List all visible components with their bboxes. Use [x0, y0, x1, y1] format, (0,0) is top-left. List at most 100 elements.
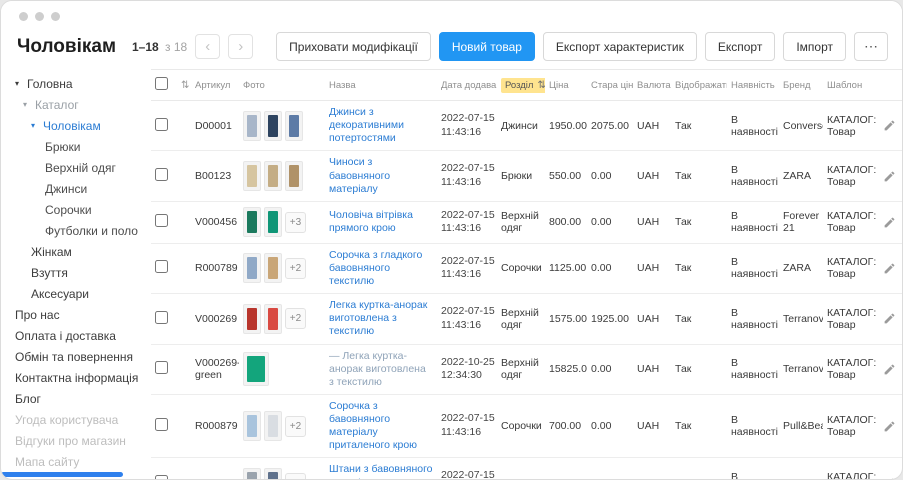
sidebar-item[interactable]: Взуття	[1, 262, 151, 283]
product-link[interactable]: Сорочка з бавовняного матеріалу притален…	[329, 400, 433, 453]
template-cell: КАТАЛОГ: Товар	[823, 458, 879, 480]
currency-cell: UAH	[633, 294, 671, 344]
section-cell: Брюки	[497, 458, 545, 480]
edit-icon[interactable]	[883, 216, 896, 229]
sidebar-item[interactable]: ▾Головна	[1, 73, 151, 94]
edit-icon[interactable]	[883, 262, 896, 275]
prev-page-button[interactable]: ‹	[195, 34, 220, 59]
chevron-left-icon: ‹	[205, 38, 210, 55]
sidebar-item[interactable]: Брюки	[1, 136, 151, 157]
sidebar-item[interactable]: Обмін та повернення	[1, 346, 151, 367]
new-product-button[interactable]: Новий товар	[439, 32, 535, 61]
row-checkbox[interactable]	[155, 361, 168, 374]
col-brand[interactable]: Бренд	[779, 70, 823, 101]
sidebar-item-label: Жінкам	[31, 245, 72, 259]
sku-cell: B00123	[191, 151, 239, 201]
row-checkbox[interactable]	[155, 418, 168, 431]
sidebar-item-label: Чоловікам	[43, 119, 101, 133]
col-date[interactable]: Дата додавання	[437, 70, 497, 101]
row-checkbox[interactable]	[155, 214, 168, 227]
export-button[interactable]: Експорт	[705, 32, 775, 61]
more-actions-button[interactable]: ⋯	[854, 32, 888, 61]
date-cell: 2022-07-15 11:43:16	[437, 101, 497, 151]
row-checkbox[interactable]	[155, 311, 168, 324]
row-checkbox[interactable]	[155, 260, 168, 273]
select-all-checkbox[interactable]	[155, 77, 168, 90]
sidebar-item[interactable]: Мапа сайту	[1, 451, 151, 472]
hide-modifications-button[interactable]: Приховати модифікації	[276, 32, 431, 61]
table-row: B000321 +2 Штани з бавовняного матеріалу…	[151, 458, 902, 480]
col-price[interactable]: Ціна	[545, 70, 587, 101]
products-table-container: ⇅ Артикул Фото Назва Дата додавання Розд…	[151, 69, 902, 480]
sidebar-item[interactable]: Блог	[1, 388, 151, 409]
app-window: Чоловікам 1–18 з 18 ‹ › Приховати модифі…	[0, 0, 903, 480]
product-link[interactable]: Чоловіча вітрівка прямого крою	[329, 209, 433, 235]
product-link[interactable]: — Легка куртка-анорак виготовлена з текс…	[329, 350, 433, 389]
edit-icon[interactable]	[883, 170, 896, 183]
col-section[interactable]: Розділ ⇅	[497, 70, 545, 101]
product-link[interactable]: Штани з бавовняного матеріалу прямого кр…	[329, 463, 433, 480]
window-control-dot[interactable]	[19, 12, 28, 21]
table-header: ⇅ Артикул Фото Назва Дата додавання Розд…	[151, 70, 902, 101]
sidebar-item[interactable]: Оплата і доставка	[1, 325, 151, 346]
sidebar-item[interactable]: Відгуки про магазин	[1, 430, 151, 451]
edit-icon[interactable]	[883, 312, 896, 325]
edit-icon[interactable]	[883, 477, 896, 480]
more-photos-badge: +2	[285, 416, 306, 437]
display-cell: Так	[671, 394, 727, 458]
table-row: B00123 Чиноси з бавовняного матеріалу 20…	[151, 151, 902, 201]
actions-cell	[879, 243, 902, 293]
col-old-price[interactable]: Стара ціна	[587, 70, 633, 101]
price-cell: 700.00	[545, 394, 587, 458]
sku-cell: D00001	[191, 101, 239, 151]
sidebar-item[interactable]: Контактна інформація	[1, 367, 151, 388]
product-link[interactable]: Сорочка з гладкого бавовняного текстилю	[329, 249, 433, 288]
row-checkbox[interactable]	[155, 475, 168, 480]
horizontal-scrollbar[interactable]	[1, 472, 123, 477]
col-sku[interactable]: Артикул	[191, 70, 239, 101]
window-control-dot[interactable]	[51, 12, 60, 21]
availability-cell: В наявності	[727, 243, 779, 293]
sort-order-icon[interactable]: ⇅	[181, 80, 189, 91]
sidebar-item[interactable]: Аксесуари	[1, 283, 151, 304]
col-display[interactable]: Відображати	[671, 70, 727, 101]
sidebar-item[interactable]: Футболки и поло	[1, 220, 151, 241]
product-link[interactable]: Чиноси з бавовняного матеріалу	[329, 156, 433, 195]
availability-cell: В наявності	[727, 201, 779, 243]
col-name[interactable]: Назва	[325, 70, 437, 101]
sidebar-item[interactable]: Жінкам	[1, 241, 151, 262]
sidebar-item[interactable]: Угода користувача	[1, 409, 151, 430]
sidebar-item[interactable]: ▾Чоловікам	[1, 115, 151, 136]
window-control-dot[interactable]	[35, 12, 44, 21]
sidebar-item[interactable]: Сорочки	[1, 199, 151, 220]
sidebar-item[interactable]: ▾Каталог	[1, 94, 151, 115]
next-page-button[interactable]: ›	[228, 34, 253, 59]
row-checkbox[interactable]	[155, 118, 168, 131]
edit-icon[interactable]	[883, 420, 896, 433]
product-photo	[264, 411, 282, 441]
sidebar-item[interactable]: Джинси	[1, 178, 151, 199]
col-availability[interactable]: Наявність	[727, 70, 779, 101]
toolbar-actions: Приховати модифікації Новий товар Експор…	[276, 32, 888, 61]
currency-cell: UAH	[633, 151, 671, 201]
display-cell: Так	[671, 101, 727, 151]
export-characteristics-button[interactable]: Експорт характеристик	[543, 32, 697, 61]
edit-icon[interactable]	[883, 363, 896, 376]
row-checkbox[interactable]	[155, 168, 168, 181]
display-cell: Так	[671, 243, 727, 293]
product-link[interactable]: Джинси з декоративними потертостями	[329, 106, 433, 145]
sidebar-item[interactable]: Верхній одяг	[1, 157, 151, 178]
product-link[interactable]: Легка куртка-анорак виготовлена з тексти…	[329, 299, 433, 338]
display-cell: Так	[671, 201, 727, 243]
import-button[interactable]: Імпорт	[783, 32, 846, 61]
name-cell: Чоловіча вітрівка прямого крою	[325, 201, 437, 243]
photo-cell: +2	[239, 458, 325, 480]
sidebar-item-label: Обмін та повернення	[15, 350, 133, 364]
col-template[interactable]: Шаблон	[823, 70, 879, 101]
sidebar-item[interactable]: Про нас	[1, 304, 151, 325]
brand-cell: Converse	[779, 101, 823, 151]
col-currency[interactable]: Валюта	[633, 70, 671, 101]
edit-icon[interactable]	[883, 119, 896, 132]
sort-icon[interactable]: ⇅	[537, 80, 545, 91]
name-cell: Легка куртка-анорак виготовлена з тексти…	[325, 294, 437, 344]
